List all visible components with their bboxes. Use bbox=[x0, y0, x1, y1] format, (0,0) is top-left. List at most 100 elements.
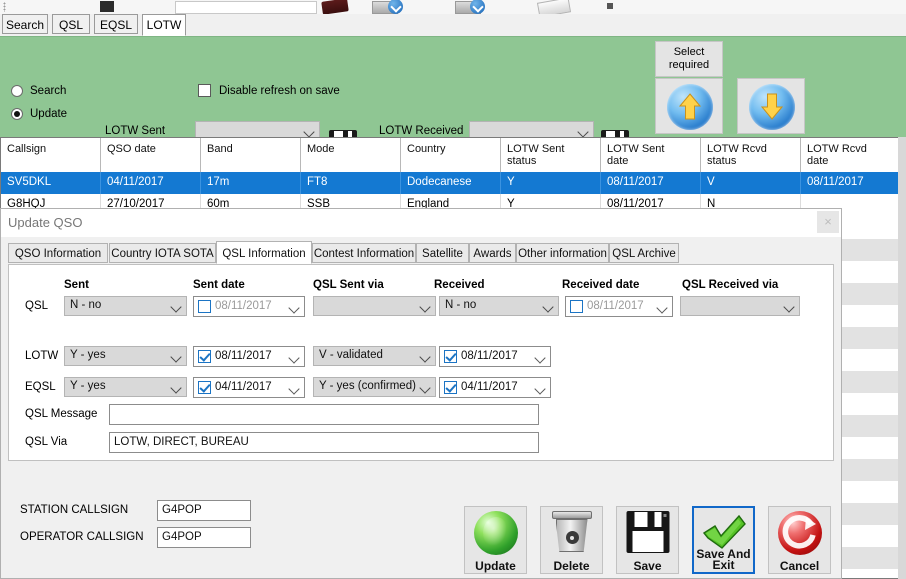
mode-tab-search[interactable]: Search bbox=[2, 14, 48, 34]
green-globe-icon bbox=[473, 511, 518, 555]
grid-header-lotw-sent-date[interactable]: LOTW Sent date bbox=[601, 138, 701, 172]
qsl-sent-via-combo[interactable] bbox=[313, 296, 436, 316]
trash-bin-icon bbox=[551, 511, 592, 553]
toolbar-book-icon[interactable] bbox=[321, 0, 349, 14]
qsl-received-combo[interactable]: N - no bbox=[439, 296, 559, 316]
grid-header-mode[interactable]: Mode bbox=[301, 138, 401, 172]
colhead-sent: Sent bbox=[64, 279, 89, 291]
cancel-button[interactable]: Cancel bbox=[768, 506, 831, 574]
chevron-down-icon bbox=[656, 302, 668, 314]
toolbar-grip-handle[interactable] bbox=[3, 2, 6, 12]
dialog-title-bar[interactable]: Update QSO bbox=[1, 209, 841, 237]
tab-satellite[interactable]: Satellite bbox=[416, 243, 469, 263]
save-and-exit-button[interactable]: Save And Exit bbox=[692, 506, 755, 574]
station-callsign-value: G4POP bbox=[162, 504, 202, 516]
chevron-down-icon bbox=[419, 301, 431, 313]
floppy-disk-icon bbox=[626, 511, 669, 553]
cell-lotw-sent-status: Y bbox=[501, 172, 601, 194]
download-from-lotw-button[interactable] bbox=[737, 78, 805, 134]
header-line2: status bbox=[507, 155, 537, 167]
eqsl-sent-date-picker[interactable]: 04/11/2017 bbox=[193, 377, 305, 398]
chevron-down-icon bbox=[303, 126, 315, 138]
save-button[interactable]: Save bbox=[616, 506, 679, 574]
colhead-received: Received bbox=[434, 279, 485, 291]
grid-header-band[interactable]: Band bbox=[201, 138, 301, 172]
mode-tab-eqsl[interactable]: EQSL bbox=[94, 14, 138, 34]
upload-to-lotw-button[interactable] bbox=[655, 78, 723, 134]
radio-update-label: Update bbox=[30, 108, 68, 120]
green-checkmark-icon bbox=[700, 512, 748, 552]
qsl-received-via-combo[interactable] bbox=[680, 296, 800, 316]
grid-header-lotw-rcvd-date[interactable]: LOTW Rcvd date bbox=[801, 138, 905, 172]
eqsl-received-date-picker[interactable]: 04/11/2017 bbox=[439, 377, 551, 398]
chevron-down-icon bbox=[419, 351, 431, 363]
mode-tab-bar[interactable]: Search QSL EQSL LOTW bbox=[0, 14, 906, 36]
lotw-received-date-picker[interactable]: 08/11/2017 bbox=[439, 346, 551, 367]
tab-country-iota-sota[interactable]: Country IOTA SOTA bbox=[109, 243, 216, 263]
radio-update[interactable] bbox=[11, 108, 23, 120]
select-required-line2: required bbox=[668, 59, 710, 71]
tab-other-information[interactable]: Other information bbox=[516, 243, 609, 263]
table-row[interactable]: SV5DKL 04/11/2017 17m FT8 Dodecanese Y 0… bbox=[1, 172, 905, 194]
cell-country: Dodecanese bbox=[401, 172, 501, 194]
lotw-sent-date-checkbox-dialog[interactable] bbox=[198, 350, 211, 363]
grid-header-qso-date[interactable]: QSO date bbox=[101, 138, 201, 172]
update-button[interactable]: Update bbox=[464, 506, 527, 574]
qsl-via-value: LOTW, DIRECT, BUREAU bbox=[114, 436, 249, 448]
operator-callsign-input[interactable]: G4POP bbox=[157, 527, 251, 548]
lotw-received-label: LOTW Received bbox=[379, 125, 464, 137]
close-icon[interactable]: × bbox=[817, 211, 839, 233]
lotw-sent-date-value-dialog: 08/11/2017 bbox=[215, 350, 272, 362]
blue-up-arrow-icon bbox=[667, 84, 713, 130]
qsl-information-panel: Sent Sent date QSL Sent via Received Rec… bbox=[8, 264, 834, 461]
chevron-down-icon bbox=[577, 126, 589, 138]
eqsl-sent-date-checkbox[interactable] bbox=[198, 381, 211, 394]
cell-lotw-sent-date: 08/11/2017 bbox=[601, 172, 701, 194]
radio-search[interactable] bbox=[11, 85, 23, 97]
chevron-down-icon bbox=[542, 301, 554, 313]
chevron-down-icon bbox=[170, 351, 182, 363]
lotw-sent-via-combo[interactable]: V - validated bbox=[313, 346, 436, 366]
qsl-sent-date-checkbox[interactable] bbox=[198, 300, 211, 313]
dialog-title: Update QSO bbox=[8, 215, 83, 230]
delete-button-label: Delete bbox=[553, 559, 590, 573]
tab-contest-information[interactable]: Contest Information bbox=[312, 243, 416, 263]
lotw-sent-combo-dialog[interactable]: Y - yes bbox=[64, 346, 187, 366]
grid-header-lotw-sent-status[interactable]: LOTW Sent status bbox=[501, 138, 601, 172]
station-callsign-input[interactable]: G4POP bbox=[157, 500, 251, 521]
qsl-received-date-checkbox[interactable] bbox=[570, 300, 583, 313]
chevron-down-icon bbox=[288, 352, 300, 364]
tab-awards[interactable]: Awards bbox=[469, 243, 516, 263]
tab-qsl-archive[interactable]: QSL Archive bbox=[609, 243, 679, 263]
cell-mode: FT8 bbox=[301, 172, 401, 194]
toolbar-misc-icon[interactable] bbox=[607, 3, 613, 9]
toolbar-page-icon[interactable] bbox=[536, 0, 572, 14]
grid-header-lotw-rcvd-status[interactable]: LOTW Rcvd status bbox=[701, 138, 801, 172]
app-toolbar-strip[interactable] bbox=[0, 0, 906, 15]
eqsl-received-date-checkbox[interactable] bbox=[444, 381, 457, 394]
disable-refresh-checkbox[interactable] bbox=[198, 84, 211, 97]
qsl-received-date-picker[interactable]: 08/11/2017 bbox=[565, 296, 673, 317]
tab-qsl-information[interactable]: QSL Information bbox=[216, 241, 312, 264]
eqsl-sent-combo[interactable]: Y - yes bbox=[64, 377, 187, 397]
select-required-button[interactable]: Select required bbox=[655, 41, 723, 77]
mode-tab-lotw[interactable]: LOTW bbox=[142, 14, 186, 36]
chevron-down-icon bbox=[783, 301, 795, 313]
toolbar-dark-icon[interactable] bbox=[100, 1, 114, 12]
lotw-sent-date-picker-dialog[interactable]: 08/11/2017 bbox=[193, 346, 305, 367]
qsl-message-input[interactable] bbox=[109, 404, 539, 425]
grid-header-country[interactable]: Country bbox=[401, 138, 501, 172]
toolbar-download-icon-1[interactable] bbox=[388, 0, 403, 14]
delete-button[interactable]: Delete bbox=[540, 506, 603, 574]
qsl-sent-date-picker[interactable]: 08/11/2017 bbox=[193, 296, 305, 317]
grid-vertical-scrollbar[interactable] bbox=[898, 137, 906, 579]
tab-qso-information[interactable]: QSO Information bbox=[8, 243, 108, 263]
qsl-via-input[interactable]: LOTW, DIRECT, BUREAU bbox=[109, 432, 539, 453]
eqsl-sent-via-combo[interactable]: Y - yes (confirmed) bbox=[313, 377, 436, 397]
mode-tab-qsl[interactable]: QSL bbox=[52, 14, 90, 34]
toolbar-search-field[interactable] bbox=[175, 1, 317, 14]
grid-header-callsign[interactable]: Callsign bbox=[1, 138, 101, 172]
lotw-received-date-checkbox[interactable] bbox=[444, 350, 457, 363]
qsl-sent-combo[interactable]: N - no bbox=[64, 296, 187, 316]
toolbar-download-icon-2[interactable] bbox=[470, 0, 485, 14]
